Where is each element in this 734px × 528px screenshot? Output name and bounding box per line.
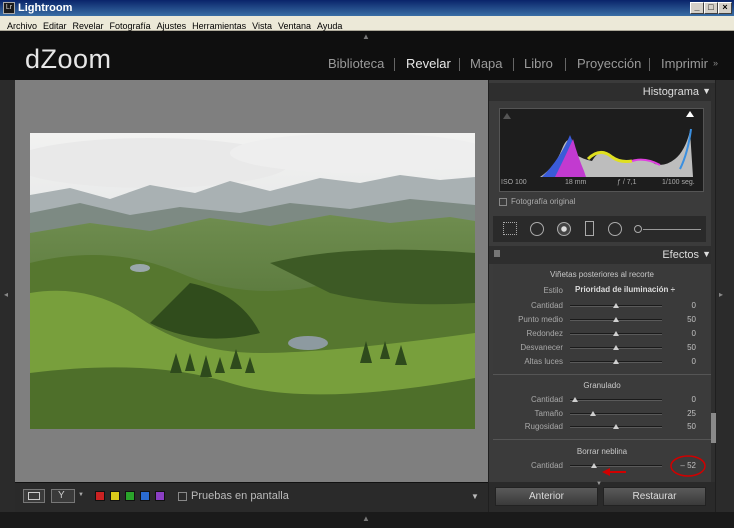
right-panel-toggle-icon[interactable]: ▸ <box>719 290 723 299</box>
vignette-row-slider-thumb[interactable] <box>613 317 619 322</box>
dehaze-row-slider-thumb[interactable] <box>591 463 597 468</box>
filmstrip-toggle-icon[interactable]: ▲ <box>362 514 370 523</box>
original-photo-checkbox[interactable] <box>499 198 507 206</box>
color-label-purple[interactable] <box>155 491 165 501</box>
collapse-triangle-icon: ▼ <box>702 249 711 259</box>
panel-switch-icon[interactable] <box>494 250 500 257</box>
vignette-row-slider-thumb[interactable] <box>613 303 619 308</box>
softproof-label: Pruebas en pantalla <box>191 490 289 502</box>
chevron-down-icon[interactable]: ▼ <box>78 492 84 498</box>
color-label-red[interactable] <box>95 491 105 501</box>
grain-row-label: Tamaño <box>493 409 563 418</box>
module-separator <box>513 58 514 71</box>
crop-tool-icon[interactable] <box>503 222 517 235</box>
radial-filter-icon[interactable] <box>608 222 622 236</box>
module-separator <box>459 58 460 71</box>
adjustment-brush-icon[interactable] <box>634 225 642 233</box>
grain-row-slider[interactable] <box>570 399 662 401</box>
color-label-yellow[interactable] <box>110 491 120 501</box>
identity-plate: dZoom <box>25 44 112 75</box>
effects-panel-header[interactable]: Efectos ▼ <box>489 246 715 264</box>
spot-removal-tool-icon[interactable] <box>530 222 544 236</box>
vignette-title: Viñetas posteriores al recorte <box>489 270 715 279</box>
section-divider <box>493 439 711 440</box>
effects-title: Efectos <box>662 249 699 261</box>
module-separator <box>649 58 650 71</box>
dehaze-row-slider[interactable] <box>570 465 662 467</box>
minimize-button[interactable]: _ <box>690 2 704 14</box>
panel-scroll-thumb[interactable] <box>711 413 716 443</box>
top-panel-toggle-icon[interactable]: ▲ <box>362 32 370 41</box>
window-titlebar: Lr Lightroom _ □ × <box>0 0 734 16</box>
previous-button[interactable]: Anterior <box>495 487 598 506</box>
vignette-row-value[interactable]: 50 <box>672 343 696 352</box>
histogram-iso: ISO 100 <box>501 179 527 186</box>
module-imprimir[interactable]: Imprimir <box>661 56 708 71</box>
grain-row-slider[interactable] <box>570 413 662 415</box>
adjustment-brush-slider[interactable] <box>643 229 701 230</box>
reset-button[interactable]: Restaurar <box>603 487 706 506</box>
grain-row-value[interactable]: 50 <box>672 422 696 431</box>
grain-title: Granulado <box>489 381 715 390</box>
softproof-checkbox[interactable] <box>178 492 187 501</box>
histogram-shutter: 1/100 seg. <box>662 179 695 186</box>
dehaze-row-value[interactable]: – 52 <box>672 461 696 470</box>
color-label-green[interactable] <box>125 491 135 501</box>
more-modules-icon[interactable]: » <box>713 58 718 68</box>
vignette-row-label: Punto medio <box>493 315 563 324</box>
vignette-row-value[interactable]: 0 <box>672 357 696 366</box>
vignette-row-label: Cantidad <box>493 301 563 310</box>
vignette-style-select[interactable]: Prioridad de iluminación ÷ <box>575 285 675 294</box>
module-proyeccion[interactable]: Proyección <box>577 56 641 71</box>
module-mapa[interactable]: Mapa <box>470 56 503 71</box>
color-label-blue[interactable] <box>140 491 150 501</box>
graduated-filter-icon[interactable] <box>585 221 594 236</box>
left-panel-toggle-icon[interactable]: ◂ <box>4 290 8 299</box>
grain-row-label: Cantidad <box>493 395 563 404</box>
grain-row-label: Rugosidad <box>493 422 563 431</box>
vignette-row-label: Desvanecer <box>493 343 563 352</box>
section-divider <box>493 374 711 375</box>
module-libro[interactable]: Libro <box>524 56 553 71</box>
red-eye-tool-icon[interactable] <box>557 222 571 236</box>
histogram-title: Histograma <box>643 86 699 98</box>
maximize-button[interactable]: □ <box>704 2 718 14</box>
vignette-row-label: Altas luces <box>493 357 563 366</box>
histogram-aperture: ƒ / 7,1 <box>617 179 636 186</box>
window-title: Lightroom <box>18 1 72 15</box>
module-revelar[interactable]: Revelar <box>406 56 451 71</box>
collapse-triangle-icon: ▼ <box>702 86 711 96</box>
lightroom-app-icon: Lr <box>3 2 15 14</box>
vignette-row-slider-thumb[interactable] <box>613 345 619 350</box>
module-biblioteca[interactable]: Biblioteca <box>328 56 384 71</box>
original-photo-label: Fotografía original <box>511 197 575 206</box>
grain-row-slider-thumb[interactable] <box>613 424 619 429</box>
grain-row-slider-thumb[interactable] <box>590 411 596 416</box>
annotation-arrowhead <box>602 468 610 476</box>
vignette-row-slider-thumb[interactable] <box>613 331 619 336</box>
loupe-view-icon <box>28 492 40 500</box>
vignette-row-value[interactable]: 50 <box>672 315 696 324</box>
vignette-style-label: Estilo <box>493 286 563 295</box>
histogram-focal: 18 mm <box>565 179 586 186</box>
grain-row-value[interactable]: 0 <box>672 395 696 404</box>
menu-bar: ArchivoEditarRevelarFotografíaAjustesHer… <box>0 16 734 31</box>
close-button[interactable]: × <box>718 2 732 14</box>
landscape-photo <box>30 133 475 429</box>
histogram-panel-header[interactable]: Histograma ▼ <box>489 83 715 101</box>
dehaze-row-label: Cantidad <box>493 461 563 470</box>
vignette-row-slider-thumb[interactable] <box>613 359 619 364</box>
vignette-row-value[interactable]: 0 <box>672 301 696 310</box>
module-separator <box>394 58 395 71</box>
vignette-row-label: Redondez <box>493 329 563 338</box>
module-separator <box>565 58 566 71</box>
vignette-row-value[interactable]: 0 <box>672 329 696 338</box>
toolbar-menu-chevron-icon[interactable]: ▼ <box>471 492 479 501</box>
grain-row-slider-thumb[interactable] <box>572 397 578 402</box>
grain-row-value[interactable]: 25 <box>672 409 696 418</box>
before-after-icon: Y <box>58 490 65 501</box>
